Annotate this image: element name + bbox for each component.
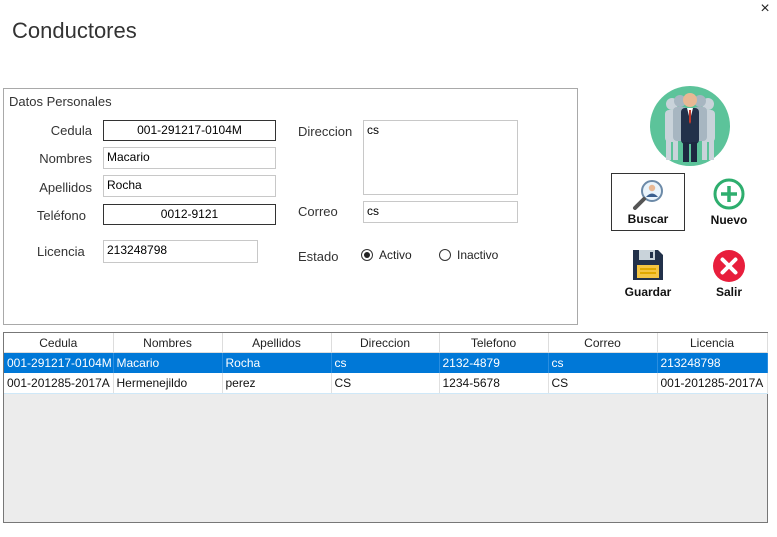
- window-title: Conductores: [12, 18, 137, 43]
- table-cell[interactable]: 001-291217-0104M: [4, 352, 114, 373]
- licencia-label: Licencia: [37, 244, 85, 259]
- column-header-telefono[interactable]: Telefono: [439, 333, 549, 353]
- nombres-field[interactable]: Macario: [103, 147, 276, 169]
- table-cell[interactable]: Macario: [113, 352, 223, 373]
- table-cell[interactable]: 2132-4879: [439, 352, 549, 373]
- activo-radio-label[interactable]: Activo: [379, 248, 412, 262]
- column-header-licencia[interactable]: Licencia: [657, 333, 768, 353]
- table-header-row: Cedula Nombres Apellidos Direccion Telef…: [4, 333, 768, 353]
- conductores-table: Cedula Nombres Apellidos Direccion Telef…: [4, 333, 768, 394]
- cedula-field[interactable]: 001-291217-0104M: [103, 120, 276, 141]
- table-cell[interactable]: Rocha: [222, 352, 332, 373]
- correo-label: Correo: [298, 204, 338, 219]
- salir-button[interactable]: Salir: [692, 245, 766, 303]
- cedula-label: Cedula: [50, 123, 92, 138]
- table-cell[interactable]: cs: [548, 352, 658, 373]
- nuevo-label: Nuevo: [710, 213, 748, 227]
- close-icon[interactable]: ×: [757, 0, 773, 18]
- apellidos-label: Apellidos: [39, 180, 92, 195]
- inactivo-radio[interactable]: [439, 249, 451, 261]
- save-disk-icon: [633, 250, 663, 280]
- column-header-nombres[interactable]: Nombres: [113, 333, 223, 353]
- telefono-label: Teléfono: [36, 208, 86, 223]
- direccion-label: Direccion: [298, 124, 353, 139]
- column-header-apellidos[interactable]: Apellidos: [222, 333, 332, 353]
- people-group-icon: [650, 86, 730, 166]
- column-header-correo[interactable]: Correo: [548, 333, 658, 353]
- table-cell[interactable]: 001-201285-2017A: [4, 373, 114, 394]
- correo-field[interactable]: cs: [363, 201, 518, 223]
- table-cell[interactable]: CS: [331, 373, 440, 394]
- licencia-field[interactable]: 213248798: [103, 240, 258, 263]
- guardar-button[interactable]: Guardar: [611, 245, 685, 303]
- buscar-button[interactable]: Buscar: [611, 173, 685, 231]
- direccion-textarea[interactable]: cs: [363, 120, 518, 195]
- salir-label: Salir: [715, 285, 742, 299]
- estado-label: Estado: [298, 249, 339, 264]
- table-cell[interactable]: cs: [331, 352, 440, 373]
- column-header-direccion[interactable]: Direccion: [331, 333, 440, 353]
- table-row[interactable]: 001-201285-2017A Hermenejildo perez CS 1…: [4, 373, 768, 394]
- table-row[interactable]: 001-291217-0104M Macario Rocha cs 2132-4…: [4, 352, 768, 373]
- table-cell[interactable]: 001-201285-2017A: [657, 373, 768, 394]
- buscar-label: Buscar: [627, 212, 669, 226]
- activo-radio[interactable]: [361, 249, 373, 261]
- table-cell[interactable]: CS: [548, 373, 658, 394]
- nuevo-button[interactable]: Nuevo: [692, 173, 766, 231]
- add-circle-icon: [713, 178, 745, 210]
- table-cell[interactable]: Hermenejildo: [113, 373, 223, 394]
- telefono-field[interactable]: 0012-9121: [103, 204, 276, 225]
- guardar-label: Guardar: [624, 285, 672, 299]
- table-cell[interactable]: 213248798: [657, 352, 768, 373]
- search-user-icon: [633, 180, 663, 210]
- personal-data-group-label: Datos Personales: [9, 94, 112, 109]
- column-header-cedula[interactable]: Cedula: [4, 333, 114, 353]
- close-circle-icon: [713, 250, 745, 282]
- table-cell[interactable]: perez: [222, 373, 332, 394]
- nombres-label: Nombres: [39, 151, 92, 166]
- table-cell[interactable]: 1234-5678: [439, 373, 549, 394]
- apellidos-field[interactable]: Rocha: [103, 175, 276, 197]
- inactivo-radio-label[interactable]: Inactivo: [457, 248, 498, 262]
- conductores-grid[interactable]: Cedula Nombres Apellidos Direccion Telef…: [3, 332, 768, 523]
- radio-selected-dot: [364, 252, 370, 258]
